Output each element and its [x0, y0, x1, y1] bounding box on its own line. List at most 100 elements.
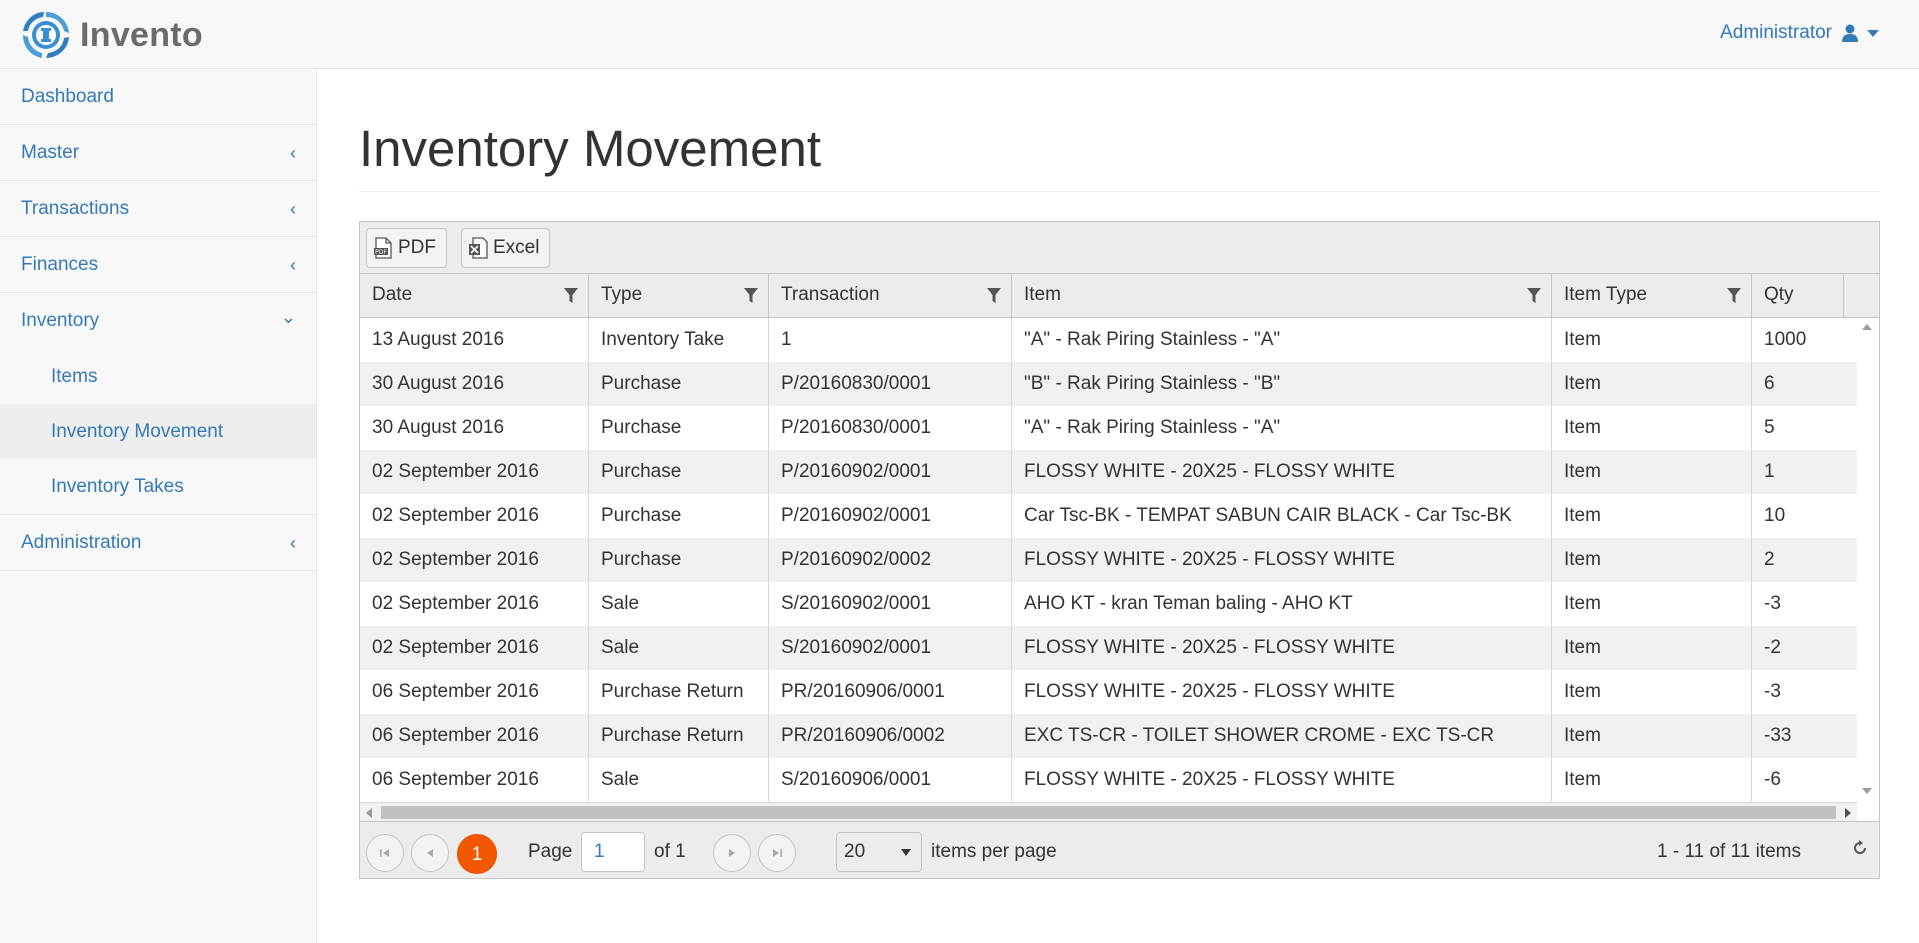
- current-page-number[interactable]: 1: [457, 834, 497, 874]
- filter-icon[interactable]: [744, 288, 758, 304]
- sidebar-item-label: Master: [21, 142, 80, 163]
- scroll-right-icon[interactable]: [1845, 808, 1851, 818]
- scroll-left-icon[interactable]: [366, 808, 372, 818]
- table-row[interactable]: 06 September 2016 Purchase Return PR/20160…: [360, 714, 1857, 758]
- last-page-button[interactable]: [758, 834, 796, 872]
- cell-item-type: Item: [1552, 582, 1752, 626]
- sidebar-item-label: Dashboard: [21, 86, 114, 107]
- cell-qty: 6: [1764, 373, 1775, 394]
- table-row[interactable]: 06 September 2016 Sale S/20160906/0001 FLOS…: [360, 758, 1857, 802]
- cell-item-type: Item: [1552, 758, 1752, 802]
- column-header-transaction[interactable]: Transaction: [769, 274, 1012, 318]
- cell-date: 30 August 2016: [360, 406, 589, 450]
- column-header-date[interactable]: Date: [360, 274, 589, 318]
- chevron-left-icon: ‹: [290, 255, 296, 275]
- grid-body: 13 August 2016 Inventory Take 1 "A" - Rak P…: [360, 318, 1857, 802]
- cell-transaction: 1: [769, 318, 1012, 362]
- table-row[interactable]: 30 August 2016 Purchase P/20160830/0001 "B"…: [360, 362, 1857, 406]
- sidebar-item-finances[interactable]: Finances ‹: [0, 237, 316, 293]
- table-row[interactable]: 13 August 2016 Inventory Take 1 "A" - Rak P…: [360, 318, 1857, 362]
- cell-date: 06 September 2016: [360, 714, 589, 758]
- table-row[interactable]: 30 August 2016 Purchase P/20160830/0001 "A"…: [360, 406, 1857, 450]
- page-size-select[interactable]: 20: [836, 832, 922, 872]
- sidebar-item-administration[interactable]: Administration ‹: [0, 515, 316, 571]
- cell-type: Purchase: [589, 538, 769, 582]
- filter-icon[interactable]: [1727, 288, 1741, 304]
- next-page-button[interactable]: [713, 834, 751, 872]
- sidebar-subitem-inventory-movement[interactable]: Inventory Movement: [0, 404, 316, 459]
- column-title: Qty: [1764, 284, 1794, 305]
- sidebar-subitem-inventory-takes[interactable]: Inventory Takes: [0, 459, 316, 514]
- sidebar-item-master[interactable]: Master ‹: [0, 125, 316, 181]
- divider: [359, 191, 1880, 192]
- cell-type: Purchase: [589, 494, 769, 538]
- top-navbar: Invento Administrator: [0, 0, 1919, 69]
- scroll-up-icon[interactable]: [1862, 324, 1872, 330]
- cell-item: FLOSSY WHITE - 20X25 - FLOSSY WHITE: [1012, 626, 1552, 670]
- scrollbar-thumb[interactable]: [381, 806, 1836, 819]
- chevron-left-icon: ‹: [290, 199, 296, 219]
- cell-item-type: Item: [1552, 714, 1752, 758]
- cell-item: EXC TS-CR - TOILET SHOWER CROME - EXC TS…: [1012, 714, 1552, 758]
- filter-icon[interactable]: [987, 288, 1001, 304]
- cell-transaction: P/20160830/0001: [769, 406, 1012, 450]
- column-header-item[interactable]: Item: [1012, 274, 1552, 318]
- sidebar-item-label: Finances: [21, 254, 99, 275]
- prev-page-button[interactable]: [411, 834, 449, 872]
- cell-transaction: S/20160902/0001: [769, 582, 1012, 626]
- sidebar-item-transactions[interactable]: Transactions ‹: [0, 181, 316, 237]
- pdf-label: PDF: [398, 237, 436, 258]
- cell-qty: -2: [1764, 637, 1781, 658]
- cell-transaction: P/20160830/0001: [769, 362, 1012, 406]
- cell-item: FLOSSY WHITE - 20X25 - FLOSSY WHITE: [1012, 758, 1552, 802]
- cell-date: 13 August 2016: [360, 318, 589, 362]
- cell-transaction: P/20160902/0001: [769, 450, 1012, 494]
- cell-qty: -33: [1764, 725, 1792, 746]
- first-page-button[interactable]: [366, 834, 404, 872]
- grid-toolbar: PDF PDF Excel: [360, 222, 1879, 274]
- refresh-icon[interactable]: [1851, 839, 1869, 857]
- column-header-type[interactable]: Type: [589, 274, 769, 318]
- table-row[interactable]: 02 September 2016 Purchase P/20160902/0002…: [360, 538, 1857, 582]
- vertical-scrollbar[interactable]: [1857, 318, 1879, 802]
- sidebar-subitem-items[interactable]: Items: [0, 349, 316, 404]
- table-row[interactable]: 02 September 2016 Purchase P/20160902/0001…: [360, 494, 1857, 538]
- sidebar-item-dashboard[interactable]: Dashboard: [0, 69, 316, 125]
- column-header-item-type[interactable]: Item Type: [1552, 274, 1752, 318]
- filter-icon[interactable]: [1527, 288, 1541, 304]
- sidebar-item-label: Transactions: [21, 198, 130, 219]
- filter-icon[interactable]: [564, 288, 578, 304]
- user-menu[interactable]: Administrator: [1720, 22, 1879, 44]
- cell-transaction: PR/20160906/0002: [769, 714, 1012, 758]
- cell-qty: 1000: [1764, 329, 1807, 350]
- page-input[interactable]: [581, 832, 645, 872]
- cell-type: Sale: [589, 626, 769, 670]
- cell-type: Purchase Return: [589, 714, 769, 758]
- cell-item: "A" - Rak Piring Stainless - "A": [1012, 406, 1552, 450]
- cell-date: 06 September 2016: [360, 670, 589, 714]
- cell-type: Purchase: [589, 406, 769, 450]
- cell-item-type: Item: [1552, 494, 1752, 538]
- cell-date: 02 September 2016: [360, 494, 589, 538]
- table-row[interactable]: 02 September 2016 Sale S/20160902/0001 FLOS…: [360, 626, 1857, 670]
- brand[interactable]: Invento: [20, 10, 203, 60]
- export-excel-button[interactable]: Excel: [461, 228, 551, 268]
- cell-qty: -3: [1764, 681, 1781, 702]
- column-title: Type: [601, 284, 643, 305]
- sidebar-item-inventory[interactable]: Inventory ⌄: [0, 293, 316, 349]
- last-page-icon: [773, 849, 782, 857]
- user-name: Administrator: [1720, 22, 1832, 43]
- table-row[interactable]: 02 September 2016 Sale S/20160902/0001 AHO …: [360, 582, 1857, 626]
- table-row[interactable]: 06 September 2016 Purchase Return PR/20160…: [360, 670, 1857, 714]
- cell-item: FLOSSY WHITE - 20X25 - FLOSSY WHITE: [1012, 538, 1552, 582]
- scroll-down-icon[interactable]: [1862, 788, 1872, 794]
- page-size-value: 20: [844, 841, 866, 862]
- cell-item: "A" - Rak Piring Stainless - "A": [1012, 318, 1552, 362]
- export-pdf-button[interactable]: PDF PDF: [366, 228, 447, 268]
- table-row[interactable]: 02 September 2016 Purchase P/20160902/0001…: [360, 450, 1857, 494]
- chevron-left-icon: ‹: [290, 533, 296, 553]
- cell-item-type: Item: [1552, 538, 1752, 582]
- pager-summary: 1 - 11 of 11 items: [1657, 841, 1801, 862]
- column-header-qty[interactable]: Qty: [1752, 274, 1844, 318]
- horizontal-scrollbar[interactable]: [360, 802, 1857, 821]
